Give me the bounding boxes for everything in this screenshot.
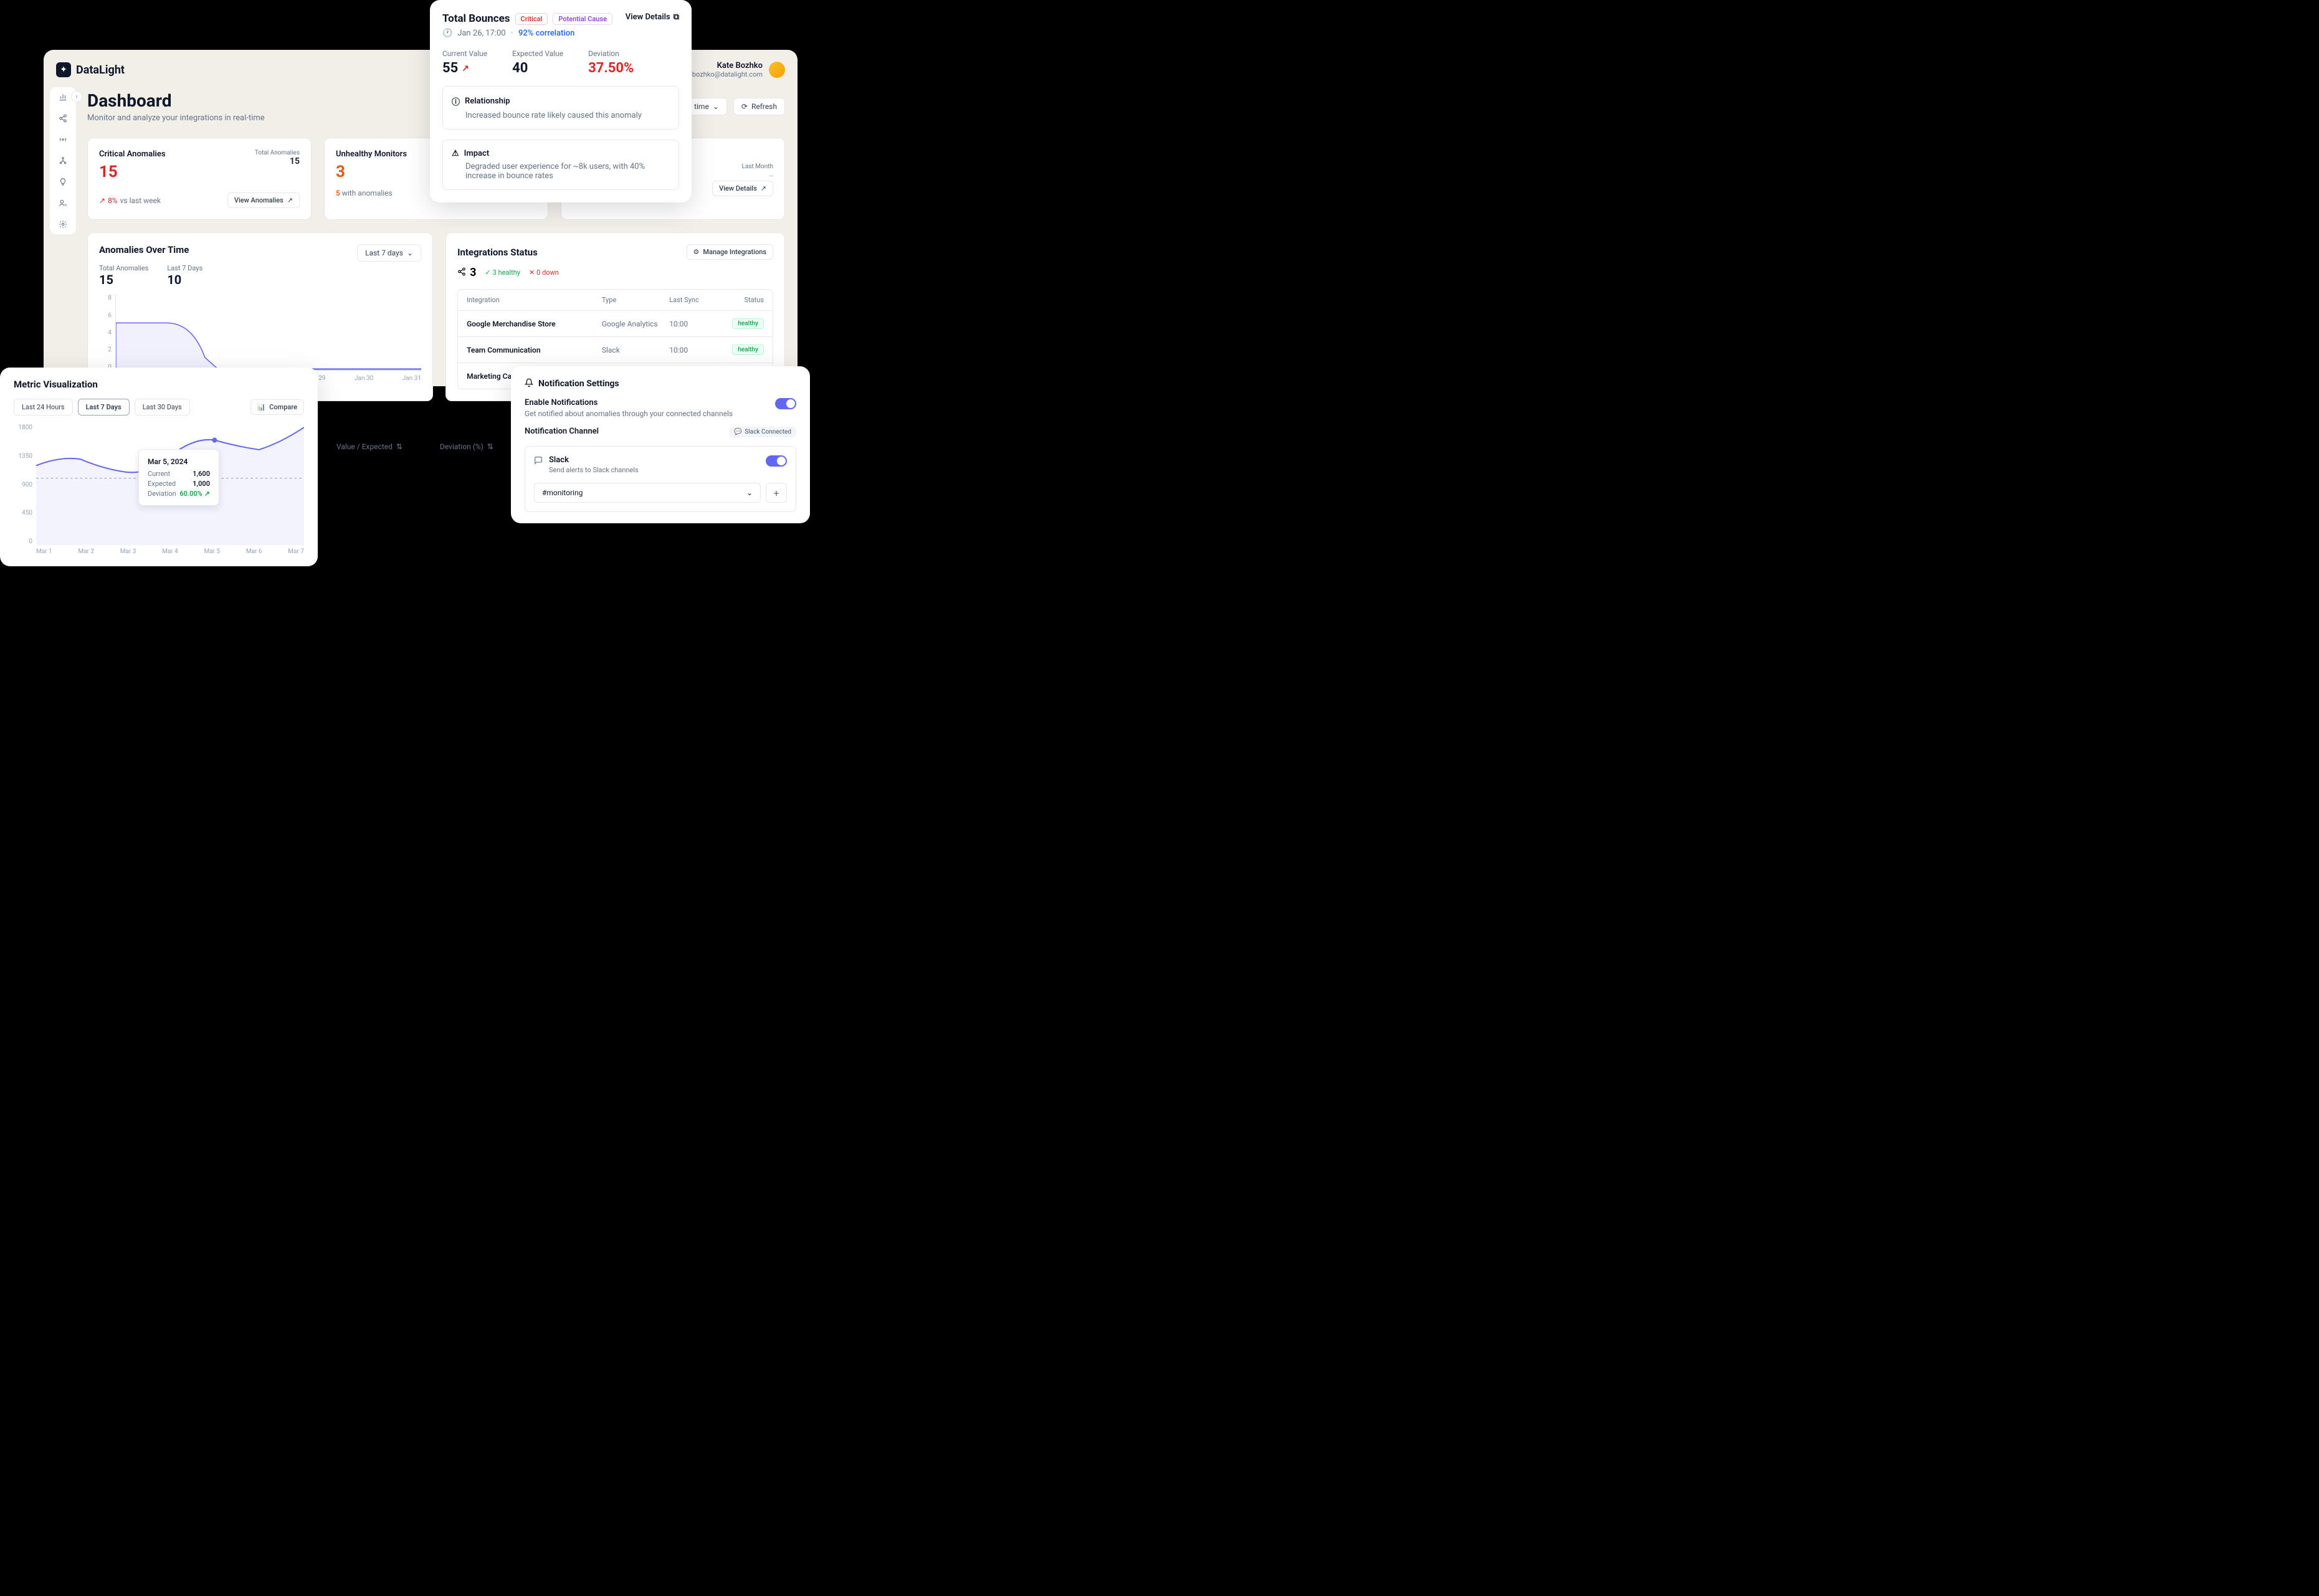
warning-icon: ⚠ [452,149,459,158]
sparkle-icon: ✦ [60,65,67,75]
critical-badge: Critical [515,13,548,25]
refresh-button[interactable]: ⟳Refresh [733,98,785,115]
chevron-down-icon: ⌄ [407,249,413,257]
expected-value: 40 [512,60,563,76]
chart-tooltip: Mar 5, 2024 Current1,600 Expected1,000 D… [138,449,219,506]
avatar[interactable] [769,62,785,78]
panel-title: Metric Visualization [14,379,304,390]
channel-header: Notification Channel [525,427,599,436]
chevron-down-icon: ⌄ [746,488,753,497]
sort-icon: ⇅ [396,442,402,451]
message-icon: 💬 [734,429,741,435]
segment-24h[interactable]: Last 24 Hours [14,399,73,416]
total-anomalies-value: 15 [255,156,300,166]
lightbulb-icon[interactable] [58,177,68,187]
arrow-up-right-icon: ↗ [462,64,469,74]
manage-integrations-button[interactable]: ⚙Manage Integrations [687,244,773,260]
card-title: Critical Anomalies [99,150,166,159]
view-details-link[interactable]: View Details⧉ [626,12,679,22]
status-badge: healthy [732,318,764,329]
arrow-up-right-icon: ↗ [204,490,210,498]
arrow-up-right-icon: ↗ [99,196,105,205]
clock-icon: 🕐 [442,29,452,38]
sidebar: › [50,87,76,234]
user-menu[interactable]: Kate Bozhko ka.bozhko@datalight.com [683,61,785,78]
last-month-value: -- [769,172,773,180]
segment-30d[interactable]: Last 30 Days [135,399,190,416]
share-icon: ⚙ [693,248,700,256]
column-deviation[interactable]: Deviation (%)⇅ [440,442,493,451]
slack-channel-box: Slack Send alerts to Slack channels #mon… [525,446,796,512]
table-row[interactable]: Google Merchandise StoreGoogle Analytics… [458,311,773,337]
chart-range-selector[interactable]: Last 7 days⌄ [357,244,421,262]
external-link-icon: ⧉ [674,12,679,22]
compare-button[interactable]: 📊Compare [250,399,305,415]
channel-selector[interactable]: #monitoring⌄ [534,483,761,503]
critical-anomalies-card: Critical Anomalies 15 Total Anomalies 15… [87,138,312,220]
metric-chart: 180013509004500 Mar 1Mar 2Mar 3Mar 4Mar … [14,424,304,555]
chevron-down-icon: ⌄ [713,102,719,111]
info-icon: ⓘ [452,95,460,107]
view-anomalies-button[interactable]: View Anomalies↗ [227,192,300,208]
slack-toggle[interactable] [766,455,787,467]
current-value: 55 [442,60,458,76]
last-month-label: Last Month [742,163,773,170]
potential-cause-badge: Potential Cause [553,13,612,25]
share-icon [457,266,466,279]
add-channel-button[interactable]: + [766,483,787,503]
hierarchy-icon[interactable] [58,156,68,166]
floating-column-headers: Value / Expected⇅ Deviation (%)⇅ [336,442,493,451]
brand-name: DataLight [76,64,125,77]
x-circle-icon: ✕ [529,268,535,277]
broadcast-icon[interactable] [58,135,68,145]
enable-notifications-toggle[interactable] [775,398,796,409]
timestamp: Jan 26, 17:00 [457,29,505,38]
message-square-icon [534,455,543,474]
deviation-value: 37.50% [588,60,634,76]
enable-notifications-label: Enable Notifications [525,398,733,407]
check-circle-icon: ✓ [485,268,490,277]
user-name: Kate Bozhko [683,61,763,70]
arrow-up-right-icon: ↗ [761,184,766,192]
arrow-up-right-icon: ↗ [287,196,293,204]
view-details-button[interactable]: View Details↗ [712,181,773,196]
notification-settings-panel: Notification Settings Enable Notificatio… [511,366,810,523]
user-email: ka.bozhko@datalight.com [683,70,763,78]
chart-bar-icon[interactable] [58,92,68,102]
table-row[interactable]: Team CommunicationSlack10:00healthy [458,337,773,363]
status-badge: healthy [732,344,764,355]
chart-icon: 📊 [257,403,266,411]
total-bounces-panel: Total Bounces Critical Potential Cause 🕐… [430,0,692,202]
bell-icon [525,378,533,389]
share-icon[interactable] [58,113,68,123]
total-anomalies-label: Total Anomalies [255,150,300,156]
column-value-expected[interactable]: Value / Expected⇅ [336,442,402,451]
channel-name: Slack [549,455,639,465]
metric-visualization-panel: Metric Visualization Last 24 Hours Last … [0,368,318,566]
panel-title: Total Bounces [442,12,510,25]
critical-count: 15 [99,163,166,181]
panel-title: Notification Settings [538,379,619,389]
segment-7d[interactable]: Last 7 Days [78,399,130,416]
users-icon[interactable] [58,198,68,208]
relationship-box: ⓘRelationship Increased bounce rate like… [442,86,679,130]
slack-connected-badge: 💬Slack Connected [729,427,796,437]
card-title: Integrations Status [457,247,538,258]
time-range-selector[interactable]: time⌄ [686,98,727,115]
impact-box: ⚠Impact Degraded user experience for ~8k… [442,140,679,190]
tooltip-date: Mar 5, 2024 [148,457,210,466]
brand-logo[interactable]: ✦ DataLight [56,62,125,77]
refresh-icon: ⟳ [741,102,748,111]
sidebar-expand-button[interactable]: › [71,91,82,102]
chart-title: Anomalies Over Time [99,244,202,255]
correlation: 92% correlation [518,29,574,38]
sort-icon: ⇅ [487,442,493,451]
gear-icon[interactable] [58,219,68,229]
